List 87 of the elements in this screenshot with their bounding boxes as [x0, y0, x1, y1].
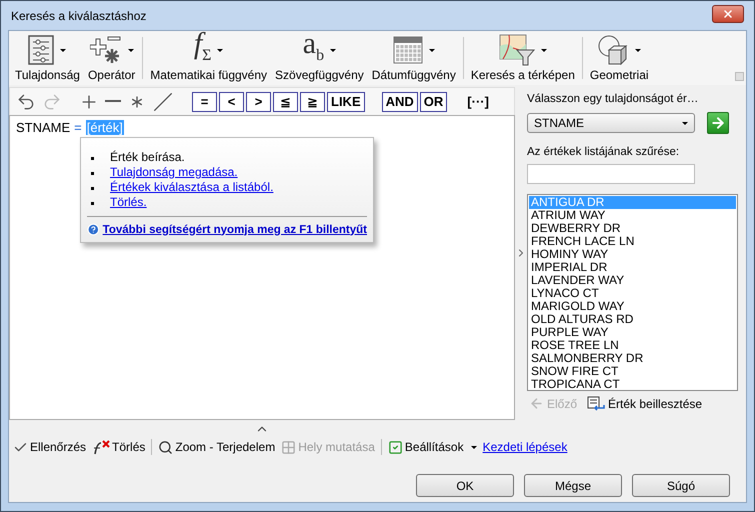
ribbon-button[interactable]: a$_{b}$ Szövegfüggvény	[271, 31, 368, 85]
filter-label: Az értékek listájának szűrése:	[527, 146, 680, 158]
sliders-document-icon	[28, 35, 54, 65]
map-filter-icon	[498, 34, 535, 66]
caret-icon	[217, 48, 224, 52]
operator-button[interactable]: AND	[382, 92, 418, 112]
list-item[interactable]: ATRIUM WAY	[529, 209, 736, 222]
operator-button[interactable]: LIKE	[327, 92, 365, 112]
undo-icon	[16, 92, 36, 112]
caret-icon	[330, 48, 336, 52]
toolbar-button[interactable]: Törlés	[92, 440, 146, 454]
caret-icon	[470, 446, 477, 448]
caret-icon	[540, 48, 547, 52]
text-glyph-icon: a$_{b}$	[302, 29, 324, 71]
redo-icon	[42, 92, 62, 112]
minus-icon	[105, 100, 121, 103]
function-sigma-icon: f$_{Σ}$	[194, 29, 212, 71]
caret-icon	[635, 48, 642, 52]
list-item[interactable]: IMPERIAL DR	[529, 261, 736, 274]
list-item[interactable]: SNOW FIRE CT	[529, 365, 736, 378]
list-item[interactable]: DEWBERRY DR	[529, 222, 736, 235]
toolbar-button[interactable]: Beállítások	[388, 440, 477, 454]
expression-editor[interactable]: STNAME = [érték] Érték beírása. Tulajdonság megadása. Értékek kiválasztása a listából. Törlés. További segítségért nyomja meg az F1 billentyűt	[9, 115, 515, 420]
insert-value-button[interactable]: Érték beillesztése	[587, 396, 702, 411]
slash-button[interactable]	[151, 92, 175, 112]
list-item[interactable]: HOMINY WAY	[529, 248, 736, 261]
ribbon-button[interactable]: f$_{Σ}$ Matematikai függvény	[146, 31, 272, 85]
search-icon	[158, 440, 174, 454]
bullet-icon	[91, 172, 94, 175]
bullet-icon	[91, 187, 94, 190]
list-item[interactable]: MARIGOLD WAY	[529, 300, 736, 313]
operator-button[interactable]: <	[219, 92, 244, 112]
operator-button[interactable]: [···]	[464, 92, 492, 112]
operator-text: =	[74, 120, 82, 135]
toolbar-button[interactable]: Zoom - Terjedelem	[158, 440, 276, 454]
caret-icon	[428, 48, 435, 52]
hint-link[interactable]: Értékek kiválasztása a listából.	[110, 180, 274, 195]
hint-link[interactable]: Törlés.	[110, 195, 147, 210]
circle-cube-icon	[597, 34, 630, 66]
hint-text: Érték beírása.	[110, 150, 185, 165]
close-button[interactable]	[712, 4, 744, 22]
getting-started-link[interactable]: Kezdeti lépések	[482, 440, 568, 454]
caret-icon	[682, 122, 688, 124]
help-icon	[87, 223, 100, 236]
window-title: Keresés a kiválasztáshoz	[11, 8, 146, 22]
hint-link[interactable]: Tulajdonság megadása.	[110, 165, 238, 180]
toolbar-button[interactable]: Ellenőrzés	[13, 440, 86, 454]
function-delete-icon	[92, 440, 110, 454]
go-button[interactable]	[707, 112, 729, 134]
slash-icon	[153, 92, 173, 112]
calendar-icon	[392, 36, 423, 64]
insert-list-icon	[587, 396, 606, 411]
list-item[interactable]: SALMONBERRY DR	[529, 352, 736, 365]
filter-field[interactable]	[527, 164, 695, 184]
minus-button[interactable]	[103, 100, 123, 103]
list-item[interactable]: TROPICANA CT	[529, 378, 736, 391]
list-item[interactable]: FRENCH LACE LN	[529, 235, 736, 248]
ribbon-button[interactable]: Operátor	[84, 31, 140, 85]
operator-button[interactable]: ≧	[300, 92, 325, 112]
bullet-icon	[91, 202, 94, 205]
help-link[interactable]: További segítségért nyomja meg az F1 billentyűt	[102, 224, 367, 236]
list-item[interactable]: ROSE TREE LN	[529, 339, 736, 352]
operators-icon	[90, 35, 122, 65]
field-name: STNAME	[16, 120, 70, 135]
operator-button[interactable]: ≦	[273, 92, 298, 112]
dialog-button[interactable]: Súgó	[632, 474, 730, 497]
list-item[interactable]: OLD ALTURAS RD	[529, 313, 736, 326]
property-dropdown[interactable]: STNAME	[527, 113, 695, 133]
caret-icon	[128, 48, 134, 52]
dialog-button[interactable]: Mégse	[524, 474, 622, 497]
operator-button[interactable]: OR	[420, 92, 448, 112]
operator-button[interactable]: >	[246, 92, 271, 112]
bullet-icon	[91, 157, 94, 160]
ribbon-button[interactable]: Tulajdonság	[11, 31, 84, 85]
checkbox-icon	[388, 440, 403, 454]
caret-icon	[60, 48, 66, 52]
list-item[interactable]: LAVENDER WAY	[529, 274, 736, 287]
ribbon-button[interactable]: Keresés a térképen	[466, 31, 579, 85]
operator-button[interactable]: =	[192, 92, 217, 112]
close-icon	[722, 8, 734, 20]
prompt-label: Válasszon egy tulajdonságot ér…	[527, 93, 700, 105]
dialog-button[interactable]: OK	[416, 474, 514, 497]
ribbon-button[interactable]: Geometriai	[586, 31, 653, 85]
ribbon-button[interactable]: Dátumfüggvény	[368, 31, 460, 85]
list-item[interactable]: LYNACO CT	[529, 287, 736, 300]
list-item[interactable]: PURPLE WAY	[529, 326, 736, 339]
grid-icon	[281, 440, 296, 454]
